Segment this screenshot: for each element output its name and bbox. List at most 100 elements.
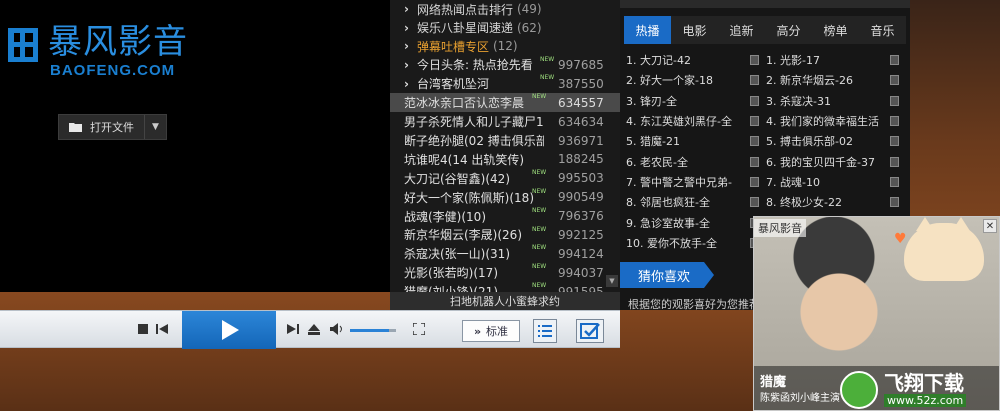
- tab-item[interactable]: 高分: [765, 16, 812, 44]
- fullscreen-icon[interactable]: [412, 322, 426, 336]
- rank-title: 战魂(李健)(10): [404, 209, 486, 224]
- document-icon[interactable]: [890, 55, 899, 66]
- play-button[interactable]: [182, 311, 276, 349]
- document-icon[interactable]: [890, 136, 899, 147]
- eject-icon[interactable]: [307, 322, 321, 336]
- rank-row[interactable]: 男子杀死情人和儿子藏尸1... 634634: [390, 112, 620, 131]
- hot-list-item[interactable]: 4. 我们家的微幸福生活: [766, 113, 906, 129]
- hot-list-item[interactable]: 3. 锋刃-全: [626, 93, 766, 109]
- rank-count: 994124: [558, 246, 604, 261]
- video-area[interactable]: 暴风影音 BAOFENG.COM 打开文件 ▼: [0, 0, 390, 292]
- volume-slider[interactable]: [350, 329, 396, 332]
- close-icon[interactable]: ✕: [983, 219, 997, 233]
- rank-count: 634557: [558, 95, 604, 110]
- hot-list-item[interactable]: 7. 战魂-10: [766, 174, 906, 190]
- rank-list-footer-link[interactable]: 扫地机器人小蜜蜂求约: [390, 292, 620, 310]
- hot-list-item[interactable]: 2. 好大一个家-18: [626, 72, 766, 88]
- document-icon[interactable]: [890, 176, 899, 187]
- rank-row[interactable]: 坑谁呢4(14 出轨笑传) 188245: [390, 150, 620, 169]
- rank-row[interactable]: 好大一个家(陈佩斯)(18) NEW 990549: [390, 188, 620, 207]
- hot-list-item[interactable]: 8. 邻居也疯狂-全: [626, 194, 766, 210]
- rank-list: › 网络热闻点击排行 (49) › 娱乐八卦星闻速递 (62) › 弹幕吐槽专区 (12) › 今…: [390, 0, 620, 292]
- rank-row[interactable]: 战魂(李健)(10) NEW 796376: [390, 207, 620, 226]
- hot-list-title: 2. 新京华烟云-26: [766, 74, 853, 88]
- baofeng-logo: 暴风影音 BAOFENG.COM: [8, 22, 188, 79]
- rank-row[interactable]: 断子绝孙腿(02 搏击俱乐部) 936971: [390, 131, 620, 150]
- rank-row[interactable]: 杀寇决(张一山)(31) NEW 994124: [390, 244, 620, 263]
- hot-list-item[interactable]: 2. 新京华烟云-26: [766, 72, 906, 88]
- hot-list-item[interactable]: 9. 急诊室故事-全: [626, 215, 766, 231]
- standard-mode-button[interactable]: » 标准: [462, 320, 520, 342]
- category-item[interactable]: › 娱乐八卦星闻速递 (62): [390, 19, 620, 38]
- guess-arrow-icon: [704, 262, 714, 288]
- standard-mode-label: 标准: [486, 325, 509, 338]
- hot-list-item[interactable]: 4. 东江英雄刘黑仔-全: [626, 113, 766, 129]
- hot-list-item[interactable]: 1. 大刀记-42: [626, 52, 766, 68]
- hot-list-item[interactable]: 6. 我的宝贝四千金-37: [766, 154, 906, 170]
- hot-list-item[interactable]: 6. 老农民-全: [626, 154, 766, 170]
- document-icon[interactable]: [750, 95, 759, 106]
- hot-list-title: 1. 大刀记-42: [626, 54, 691, 68]
- document-icon[interactable]: [750, 116, 759, 127]
- category-tabs: 热播 电影 追新 高分 榜单 音乐: [624, 16, 906, 44]
- volume-icon[interactable]: [330, 322, 344, 336]
- ad-movie-title[interactable]: 猎魔: [760, 371, 786, 390]
- hot-list-item[interactable]: 3. 杀寇决-31: [766, 93, 906, 109]
- open-file-button-group[interactable]: 打开文件 ▼: [58, 114, 167, 140]
- document-icon[interactable]: [750, 176, 759, 187]
- hot-list-row: 6. 老农民-全 6. 我的宝贝四千金-37: [626, 151, 906, 171]
- tab-item[interactable]: 榜单: [812, 16, 859, 44]
- document-icon[interactable]: [890, 197, 899, 208]
- playlist-toggle-button[interactable]: [533, 319, 557, 343]
- hot-list-item[interactable]: 10. 爱你不放手-全: [626, 235, 768, 251]
- hot-list-item[interactable]: 1. 光影-17: [766, 52, 906, 68]
- category-item[interactable]: › 网络热闻点击排行 (49): [390, 0, 620, 19]
- new-badge: NEW: [532, 93, 547, 101]
- rank-row[interactable]: 猎魔(刘小锋)(21)NEW 991595: [390, 282, 620, 292]
- hot-list-item[interactable]: 8. 终极少女-22: [766, 194, 906, 210]
- watermark-logo-icon: [840, 370, 878, 409]
- previous-icon[interactable]: [155, 322, 169, 336]
- scroll-down-arrow-icon[interactable]: ▼: [606, 275, 618, 287]
- rank-row[interactable]: 新京华烟云(李晟)(26) NEW 992125: [390, 226, 620, 245]
- hot-list-title: 5. 搏击俱乐部-02: [766, 135, 853, 149]
- document-icon[interactable]: [750, 55, 759, 66]
- rank-row[interactable]: 大刀记(谷智鑫)(42) NEW 995503: [390, 169, 620, 188]
- playlist-icon: [538, 325, 552, 337]
- hot-list-item[interactable]: 5. 搏击俱乐部-02: [766, 133, 906, 149]
- tab-item[interactable]: 追新: [718, 16, 765, 44]
- hot-list-title: 10. 爱你不放手-全: [626, 236, 717, 250]
- panel-top-bar: [620, 0, 910, 8]
- ad-popup[interactable]: ♥ 暴风影音 ✕ 猎魔 陈紫函刘小峰主演 飞翔下载 www.52z.com: [753, 216, 1000, 411]
- category-label: 娱乐八卦星闻速递: [416, 21, 513, 36]
- rank-row[interactable]: › 台湾客机坠河 NEW 387550: [390, 74, 620, 93]
- guess-you-like-label[interactable]: 猜你喜欢: [620, 262, 704, 288]
- rank-count: 936971: [558, 133, 604, 148]
- tab-item[interactable]: 电影: [671, 16, 718, 44]
- tab-item[interactable]: 音乐: [859, 16, 906, 44]
- open-file-dropdown-chevron-icon[interactable]: ▼: [144, 115, 166, 139]
- document-icon[interactable]: [750, 75, 759, 86]
- next-icon[interactable]: [286, 322, 300, 336]
- document-icon[interactable]: [890, 75, 899, 86]
- rank-row[interactable]: 范冰冰亲口否认恋李晨 NEW 634557: [390, 93, 620, 113]
- stop-icon[interactable]: [136, 322, 150, 336]
- hot-list-title: 6. 我的宝贝四千金-37: [766, 155, 875, 169]
- hot-list-row: 5. 猎魔-21 5. 搏击俱乐部-02: [626, 131, 906, 151]
- rank-row[interactable]: 光影(张若昀)(17) NEW 994037: [390, 263, 620, 282]
- hot-list-item[interactable]: 7. 警中警之警中兄弟-: [626, 174, 766, 190]
- toolbox-button[interactable]: [576, 319, 604, 343]
- rank-row[interactable]: › 今日头条: 热点抢先看 NEW 997685: [390, 56, 620, 75]
- document-icon[interactable]: [890, 116, 899, 127]
- category-item[interactable]: › 弹幕吐槽专区 (12): [390, 37, 620, 56]
- document-icon[interactable]: [750, 136, 759, 147]
- document-icon[interactable]: [890, 156, 899, 167]
- open-file-button[interactable]: 打开文件: [59, 115, 144, 139]
- logo-domain: BAOFENG.COM: [50, 62, 176, 79]
- watermark-url: www.52z.com: [884, 394, 967, 407]
- hot-list-item[interactable]: 5. 猎魔-21: [626, 133, 766, 149]
- document-icon[interactable]: [890, 95, 899, 106]
- tab-item[interactable]: 热播: [624, 16, 671, 44]
- document-icon[interactable]: [750, 156, 759, 167]
- document-icon[interactable]: [750, 197, 759, 208]
